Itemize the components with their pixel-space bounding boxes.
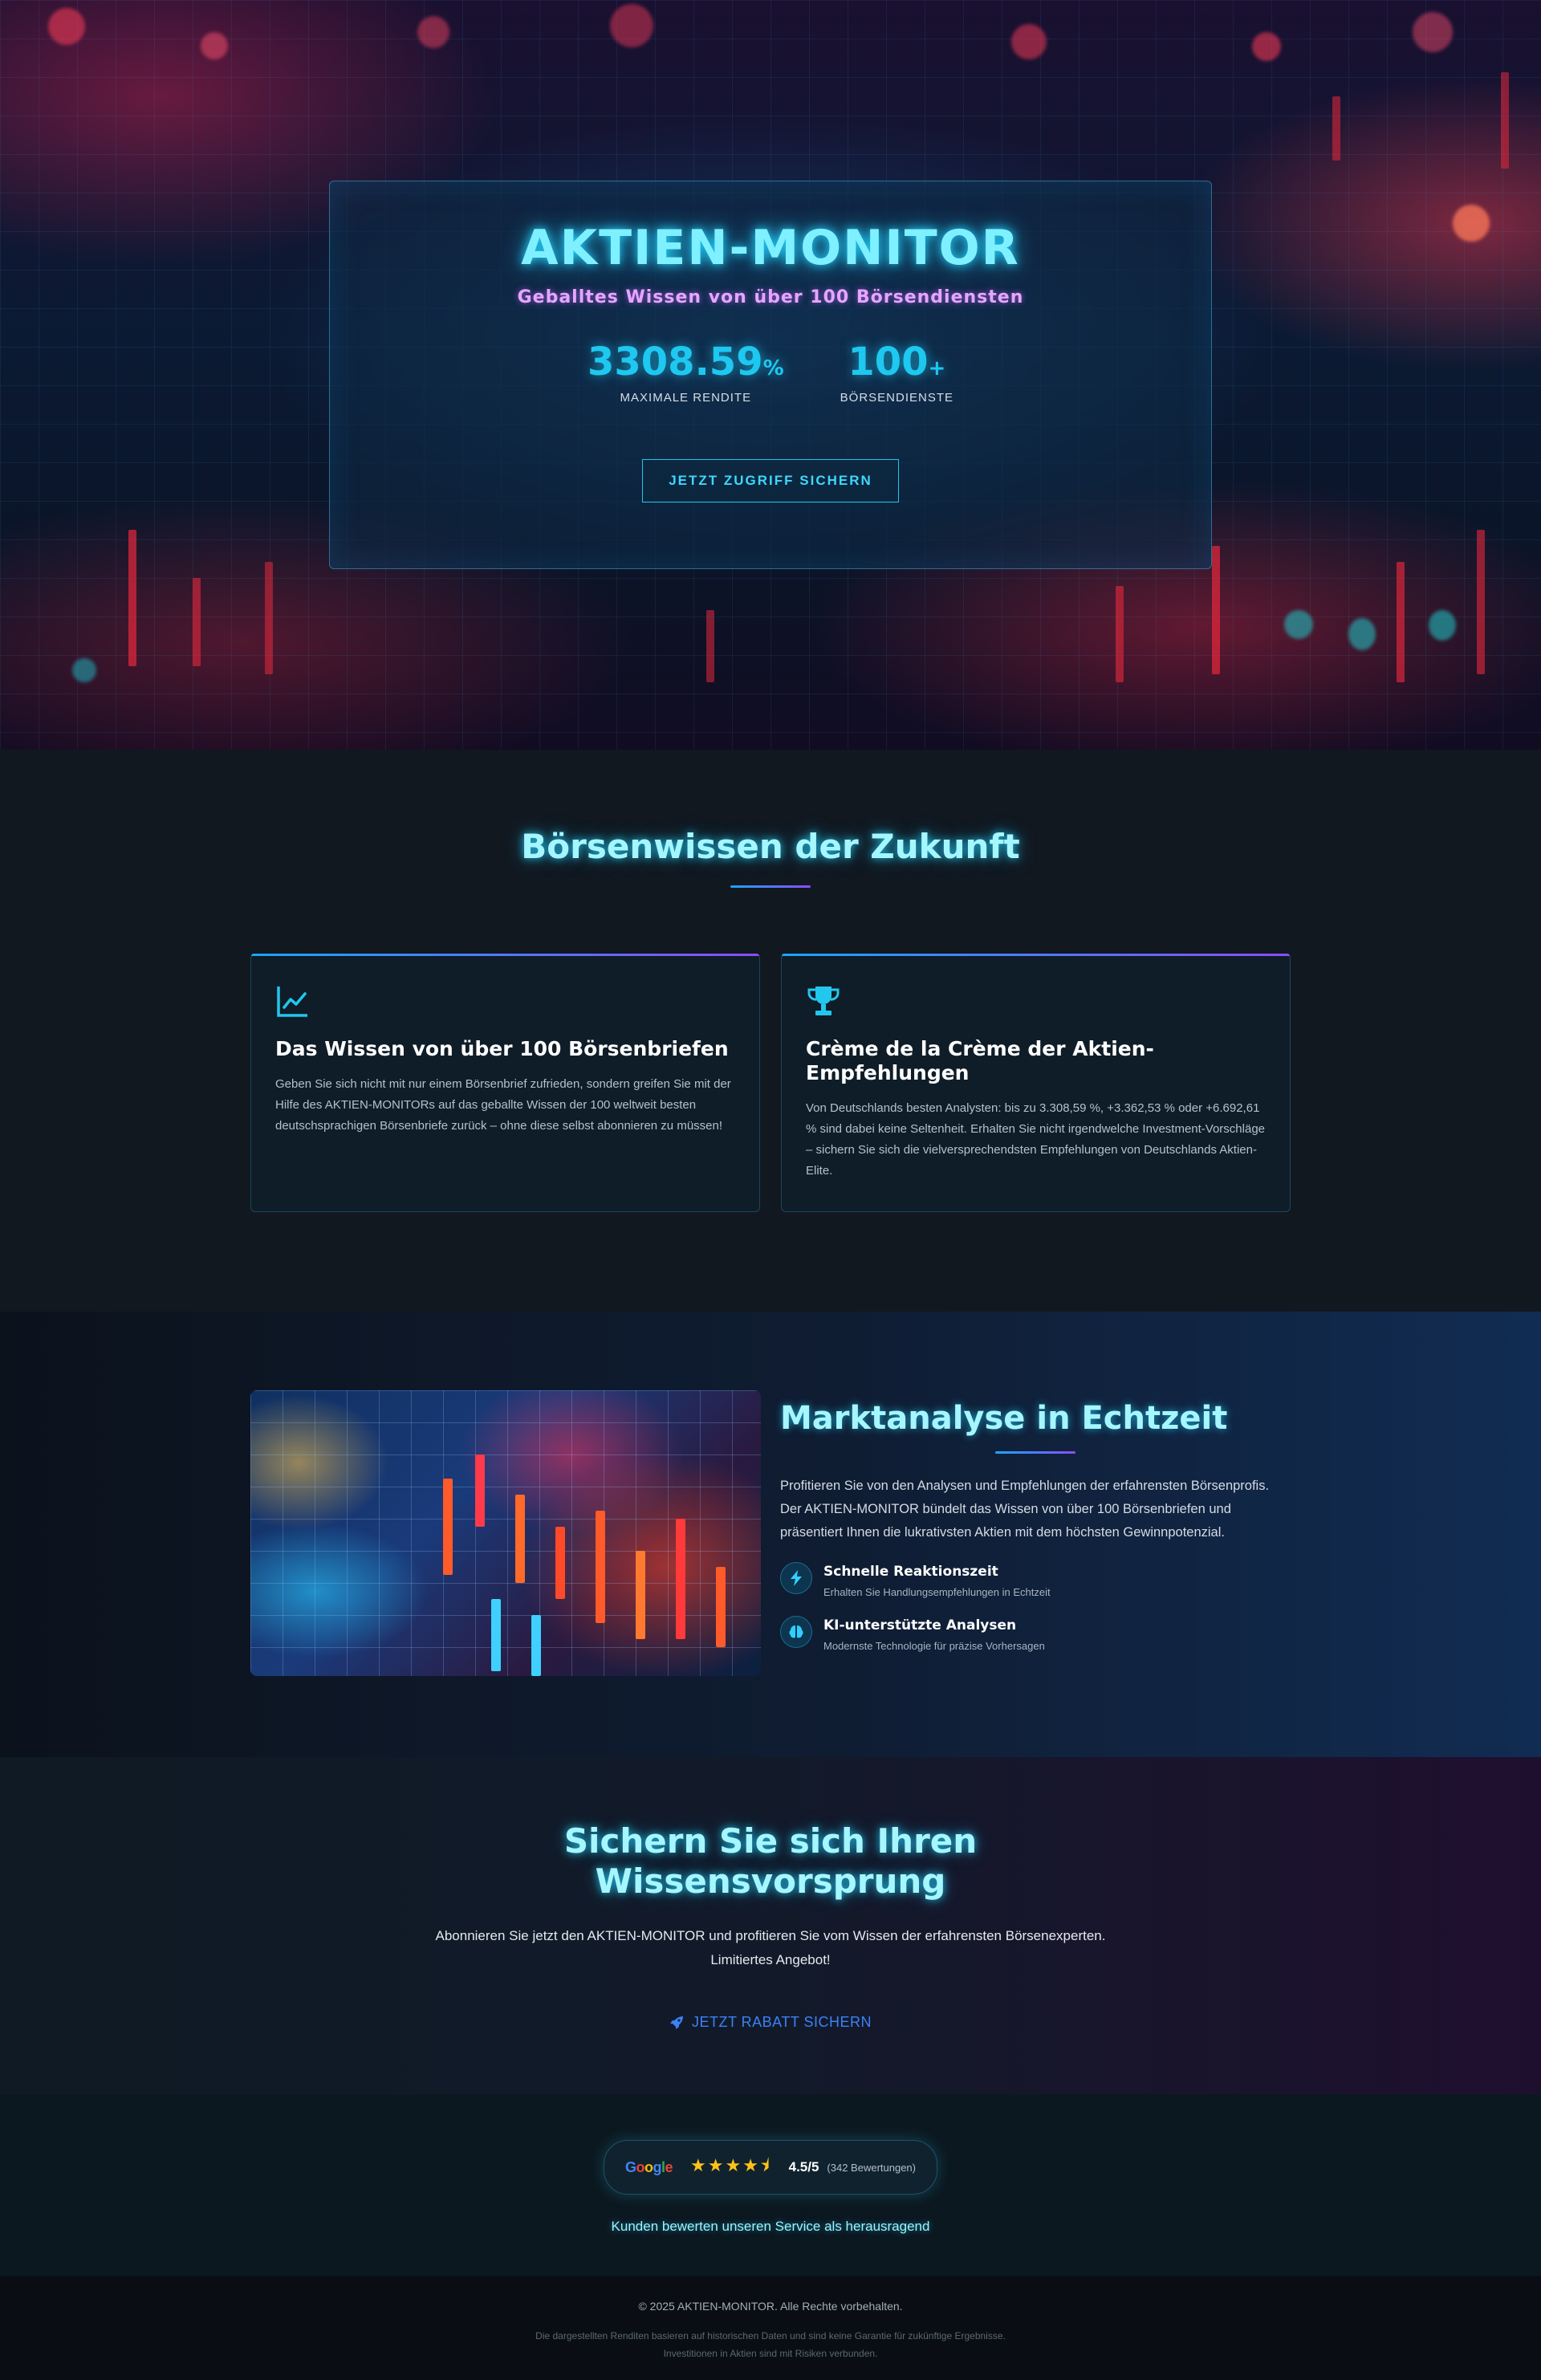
get-discount-label: JETZT RABATT SICHERN — [691, 2014, 872, 2030]
hero-bokeh — [1429, 610, 1456, 641]
hero-bokeh — [72, 658, 96, 682]
google-logo: Google — [625, 2158, 673, 2175]
cta-title: Sichern Sie sich Ihren Wissensvorsprung — [0, 1821, 1541, 1902]
image-candle — [676, 1519, 685, 1639]
hero-bokeh — [1348, 618, 1376, 650]
image-candle — [531, 1615, 541, 1676]
stat-value: 100+ — [840, 340, 953, 384]
stat-unit: + — [928, 356, 946, 380]
bullet-fast-reaction: Schnelle Reaktionszeit Erhalten Sie Hand… — [780, 1562, 1294, 1598]
hero-section: AKTIEN-MONITOR Geballtes Wissen von über… — [0, 0, 1541, 750]
stat-label: BÖRSENDIENSTE — [840, 391, 954, 405]
hero-candle — [706, 610, 714, 682]
rocket-icon — [669, 2016, 683, 2029]
star-rating-icon: ★★★★⯨ — [690, 2155, 771, 2175]
image-candle — [491, 1599, 501, 1671]
image-candle — [596, 1511, 605, 1623]
title-underline — [995, 1451, 1075, 1454]
hero-bokeh — [201, 32, 228, 59]
cta-section: Sichern Sie sich Ihren Wissensvorsprung … — [0, 1757, 1541, 2094]
feature-card-text: Geben Sie sich nicht mit nur einem Börse… — [275, 1077, 731, 1133]
hero-bokeh — [417, 16, 449, 48]
hero-bokeh — [1252, 32, 1281, 61]
hero-candle — [1332, 96, 1340, 161]
features-title: Börsenwissen der Zukunft — [521, 827, 1020, 866]
image-candle — [515, 1495, 525, 1583]
hero-bokeh — [1413, 12, 1453, 52]
trophy-icon — [807, 987, 840, 1015]
hero-candle — [1212, 546, 1220, 674]
hero-candle — [128, 530, 136, 666]
bullet-title: KI-unterstützte Analysen — [823, 1617, 1017, 1633]
stat-number: 100 — [848, 340, 929, 384]
hero-candle — [1477, 530, 1485, 674]
lightning-icon — [780, 1562, 812, 1594]
hero-candle — [193, 578, 201, 666]
image-candle — [443, 1479, 453, 1575]
image-candle — [716, 1567, 726, 1647]
bullet-ai-analysis: KI-unterstützte Analysen Modernste Techn… — [780, 1616, 1294, 1652]
bullet-text: KI-unterstützte Analysen Modernste Techn… — [823, 1616, 1045, 1652]
get-discount-button[interactable]: JETZT RABATT SICHERN — [669, 2014, 872, 2031]
cta-title-line2: Wissensvorsprung — [595, 1861, 946, 1901]
footer: © 2025 AKTIEN-MONITOR. Alle Rechte vorbe… — [0, 2276, 1541, 2380]
feature-cards: Das Wissen von über 100 Börsenbriefen Ge… — [250, 954, 1291, 1212]
rating-section: Google ★★★★⯨ 4.5/5 (342 Bewertungen) Kun… — [0, 2094, 1541, 2276]
image-candle — [555, 1527, 565, 1599]
stat-services: 100+ BÖRSENDIENSTE — [840, 340, 953, 405]
hero-card: AKTIEN-MONITOR Geballtes Wissen von über… — [329, 181, 1212, 569]
hero-candle — [1116, 586, 1124, 682]
image-candle — [475, 1454, 485, 1527]
market-chart-image — [250, 1390, 761, 1676]
market-text: Marktanalyse in Echtzeit Profitieren Sie… — [780, 1400, 1294, 1652]
hero-candle — [265, 562, 273, 674]
cta-title-line1: Sichern Sie sich Ihren — [563, 1821, 978, 1861]
get-access-button[interactable]: JETZT ZUGRIFF SICHERN — [642, 459, 899, 502]
hero-bokeh — [1284, 610, 1313, 639]
hero-bokeh — [48, 8, 85, 45]
stat-max-return: 3308.59% MAXIMALE RENDITE — [588, 340, 784, 405]
feature-card-text: Von Deutschlands besten Analysten: bis z… — [806, 1101, 1266, 1178]
chart-line-icon — [277, 987, 307, 1017]
feature-card-title: Das Wissen von über 100 Börsenbriefen — [275, 1037, 729, 1060]
hero-bokeh — [1453, 205, 1490, 242]
hero-bokeh — [1011, 24, 1047, 59]
bullet-text: Schnelle Reaktionszeit Erhalten Sie Hand… — [823, 1562, 1051, 1598]
hero-candle — [1501, 72, 1509, 169]
stat-unit: % — [762, 356, 784, 380]
stat-number: 3308.59 — [587, 340, 763, 384]
bullet-title: Schnelle Reaktionszeit — [823, 1564, 998, 1580]
rating-note: Kunden bewerten unseren Service als hera… — [611, 2219, 930, 2234]
feature-card-recommendations: Crème de la Crème der Aktien-Empfehlunge… — [781, 954, 1291, 1212]
hero-stats: 3308.59% MAXIMALE RENDITE 100+ BÖRSENDIE… — [330, 340, 1211, 405]
bullet-subtitle: Modernste Technologie für präzise Vorher… — [823, 1640, 1045, 1652]
stat-value: 3308.59% — [588, 340, 784, 384]
hero-subtitle: Geballtes Wissen von über 100 Börsendien… — [517, 287, 1024, 307]
market-title: Marktanalyse in Echtzeit — [780, 1400, 1228, 1437]
rating-score: 4.5/5 — [788, 2159, 819, 2175]
hero-bokeh — [610, 4, 653, 47]
feature-card-title: Crème de la Crème der Aktien-Empfehlunge… — [806, 1037, 1154, 1084]
cta-text: Abonnieren Sie jetzt den AKTIEN-MONITOR … — [435, 1928, 1106, 1967]
rating-count: (342 Bewertungen) — [827, 2161, 916, 2174]
hero-candle — [1397, 562, 1405, 682]
market-section: Marktanalyse in Echtzeit Profitieren Sie… — [0, 1312, 1541, 1757]
title-underline — [730, 885, 811, 888]
brain-icon — [780, 1616, 812, 1648]
feature-card-newsletters: Das Wissen von über 100 Börsenbriefen Ge… — [250, 954, 760, 1212]
copyright: © 2025 AKTIEN-MONITOR. Alle Rechte vorbe… — [638, 2300, 903, 2313]
image-candle — [636, 1551, 645, 1639]
market-description: Profitieren Sie von den Analysen und Emp… — [780, 1479, 1270, 1540]
features-section: Börsenwissen der Zukunft Das Wissen von … — [0, 750, 1541, 1312]
bullet-subtitle: Erhalten Sie Handlungsempfehlungen in Ec… — [823, 1586, 1051, 1598]
rating-badge[interactable]: Google ★★★★⯨ 4.5/5 (342 Bewertungen) — [604, 2140, 937, 2195]
hero-title: AKTIEN-MONITOR — [521, 220, 1020, 276]
stat-label: MAXIMALE RENDITE — [620, 391, 752, 405]
disclaimer: Die dargestellten Renditen basieren auf … — [535, 2330, 1006, 2359]
